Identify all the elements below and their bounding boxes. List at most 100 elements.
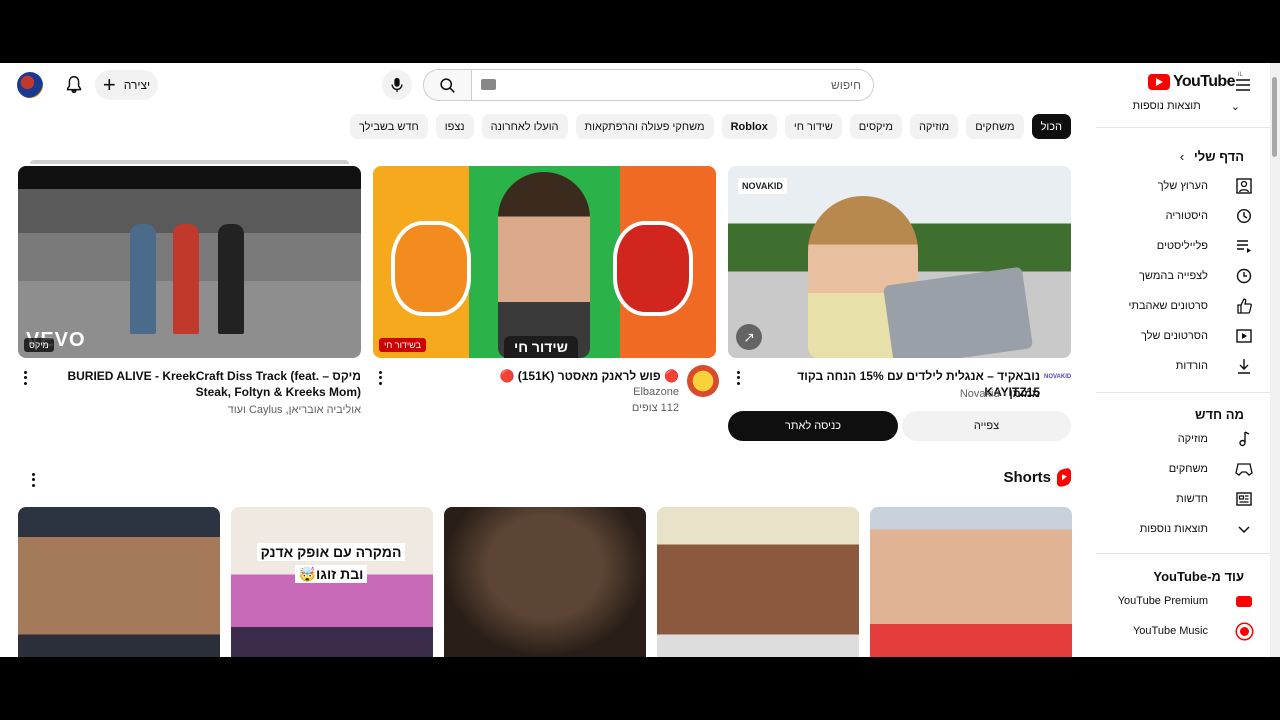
sidebar-item-gaming[interactable]: משחקים bbox=[1096, 455, 1270, 483]
sidebar-item-music[interactable]: מוזיקה bbox=[1096, 425, 1270, 453]
keyboard-icon[interactable] bbox=[481, 79, 496, 90]
create-button[interactable]: יצירה + bbox=[95, 70, 158, 100]
sidebar-show-more-top[interactable]: ⌄ תוצאות נוספות bbox=[1132, 99, 1240, 113]
sidebar-item-show-more[interactable]: תוצאות נוספות bbox=[1096, 515, 1270, 543]
sidebar-item-youtube-premium[interactable]: YouTube Premium bbox=[1096, 587, 1270, 615]
sidebar-item-label: הורדות bbox=[1175, 360, 1208, 372]
video-2-views: 112 צופים bbox=[631, 402, 679, 414]
sidebar: ⌄ תוצאות נוספות הדף שלי › הערוץ שלך היסט… bbox=[1096, 97, 1270, 657]
mix-stack-edge bbox=[30, 160, 349, 164]
voice-search-mic-icon[interactable] bbox=[382, 70, 412, 100]
sidebar-item-your-channel[interactable]: הערוץ שלך bbox=[1096, 172, 1270, 200]
ad-channel: Novakid bbox=[959, 388, 1000, 400]
scrollbar-thumb[interactable] bbox=[1272, 77, 1277, 157]
sidebar-item-label: הערוץ שלך bbox=[1157, 180, 1208, 192]
figure bbox=[173, 224, 199, 334]
search-input[interactable] bbox=[472, 70, 873, 100]
dot-separator: · bbox=[999, 388, 1007, 400]
chip-gaming[interactable]: משחקים bbox=[966, 114, 1024, 139]
sidebar-item-liked-videos[interactable]: סרטונים שאהבתי bbox=[1096, 292, 1270, 320]
short-thumbnail-3[interactable] bbox=[444, 507, 646, 657]
history-icon bbox=[1234, 206, 1254, 226]
sidebar-item-label: מוזיקה bbox=[1177, 433, 1208, 445]
chip-music[interactable]: מוזיקה bbox=[909, 114, 959, 139]
hamburger-menu-icon[interactable] bbox=[1234, 76, 1252, 94]
news-icon bbox=[1234, 489, 1254, 509]
figure bbox=[218, 224, 244, 334]
open-link-icon[interactable]: ↗ bbox=[736, 324, 762, 350]
music-icon bbox=[1234, 429, 1254, 449]
sidebar-item-news[interactable]: חדשות bbox=[1096, 485, 1270, 513]
rank-emblem-left bbox=[391, 221, 471, 316]
short-thumbnail-2[interactable]: המקרה עם אופק אדנק ובת זוגו🤯 bbox=[231, 507, 433, 657]
shorts-header: Shorts bbox=[1003, 467, 1071, 488]
chip-recently-uploaded[interactable]: הועלו לאחרונה bbox=[481, 114, 568, 139]
top-bar: יצירה + YouTube IL bbox=[0, 63, 1280, 107]
search-button[interactable] bbox=[424, 70, 472, 100]
account-avatar[interactable] bbox=[17, 72, 43, 98]
chip-action-adventure[interactable]: משחקי פעולה והרפתקאות bbox=[575, 114, 714, 139]
video-1-title[interactable]: מיקס – BURIED ALIVE - KreekCraft Diss Tr… bbox=[40, 368, 361, 400]
sidebar-item-youtube-music[interactable]: YouTube Music bbox=[1096, 617, 1270, 645]
sidebar-item-label: סרטונים שאהבתי bbox=[1128, 300, 1208, 312]
chip-all[interactable]: הכול bbox=[1031, 114, 1071, 139]
youtube-music-icon bbox=[1234, 621, 1254, 641]
youtube-premium-icon bbox=[1234, 591, 1254, 611]
chevron-down-icon: ⌄ bbox=[1230, 100, 1240, 113]
sidebar-item-watch-later[interactable]: לצפייה בהמשך bbox=[1096, 262, 1270, 290]
channel-avatar[interactable] bbox=[687, 365, 719, 397]
chip-new-to-you[interactable]: חדש בשבילך bbox=[350, 114, 428, 139]
divider bbox=[1096, 127, 1270, 128]
short-thumbnail-5[interactable] bbox=[870, 507, 1072, 657]
ad-menu-icon[interactable] bbox=[733, 370, 743, 386]
page-scrollbar[interactable] bbox=[1270, 63, 1280, 657]
notifications-bell-icon[interactable] bbox=[63, 74, 85, 96]
divider bbox=[1096, 553, 1270, 554]
short-thumbnail-4[interactable] bbox=[657, 507, 859, 657]
sidebar-item-label: לצפייה בהמשך bbox=[1139, 270, 1208, 282]
live-overlay-text: שידור חי bbox=[504, 336, 578, 358]
ad-thumbnail[interactable]: NOVAKID ↗ bbox=[728, 166, 1071, 358]
sidebar-item-history[interactable]: היסטוריה bbox=[1096, 202, 1270, 230]
sidebar-item-label: תוצאות נוספות bbox=[1139, 523, 1208, 535]
sidebar-item-playlists[interactable]: פלייליסטים bbox=[1096, 232, 1270, 260]
video-1-menu-icon[interactable] bbox=[20, 370, 30, 386]
sidebar-item-label: הסרטונים שלך bbox=[1140, 330, 1208, 342]
watch-later-icon bbox=[1234, 266, 1254, 286]
sidebar-item-downloads[interactable]: הורדות bbox=[1096, 352, 1270, 380]
rank-emblem-right bbox=[613, 221, 693, 316]
video-thumbnail-2[interactable]: שידור חי בשידור חי bbox=[373, 166, 716, 358]
sidebar-item-your-videos[interactable]: הסרטונים שלך bbox=[1096, 322, 1270, 350]
chip-mixes[interactable]: מיקסים bbox=[849, 114, 902, 139]
explore-section-title: מה חדש bbox=[1195, 407, 1244, 422]
your-videos-icon bbox=[1234, 326, 1254, 346]
video-2-menu-icon[interactable] bbox=[375, 370, 385, 386]
video-thumbnail-1[interactable]: VEVO מיקס bbox=[18, 166, 361, 358]
chip-roblox[interactable]: Roblox bbox=[721, 114, 777, 139]
show-more-label: תוצאות נוספות bbox=[1132, 100, 1201, 112]
divider bbox=[1096, 392, 1270, 393]
sidebar-item-label: YouTube Premium bbox=[1117, 595, 1208, 607]
shorts-menu-icon[interactable] bbox=[28, 472, 38, 488]
playlists-icon bbox=[1234, 236, 1254, 256]
youtube-logo[interactable]: YouTube IL bbox=[1148, 72, 1243, 91]
short-2-caption-line1: המקרה עם אופק אדנק bbox=[256, 543, 406, 561]
youtube-app: יצירה + YouTube IL הכול משחקים מוזיקה מי… bbox=[0, 63, 1280, 657]
advertiser-logo: NOVAKID bbox=[1044, 374, 1072, 380]
chip-watched[interactable]: נצפו bbox=[435, 114, 474, 139]
streamer-face bbox=[498, 172, 590, 358]
chevron-down-icon bbox=[1234, 519, 1254, 539]
gaming-icon bbox=[1234, 459, 1254, 479]
you-section-title[interactable]: הדף שלי › bbox=[1180, 149, 1244, 164]
short-thumbnail-1[interactable] bbox=[18, 507, 220, 657]
search-icon bbox=[440, 77, 455, 93]
create-label: יצירה bbox=[123, 78, 151, 92]
visit-site-button[interactable]: כניסה לאתר bbox=[728, 411, 898, 441]
logo-text: YouTube bbox=[1173, 73, 1235, 90]
video-2-title[interactable]: 🔴 פוש לראנק מאסטר (151K) 🔴 bbox=[395, 368, 679, 384]
chip-live[interactable]: שידור חי bbox=[784, 114, 842, 139]
video-2-channel[interactable]: Elbazone bbox=[395, 385, 679, 400]
watch-button[interactable]: צפייה bbox=[902, 411, 1071, 441]
short-2-caption-line2: ובת זוגו🤯 bbox=[294, 565, 368, 583]
ad-meta: ממומן · Novakid bbox=[750, 387, 1040, 402]
